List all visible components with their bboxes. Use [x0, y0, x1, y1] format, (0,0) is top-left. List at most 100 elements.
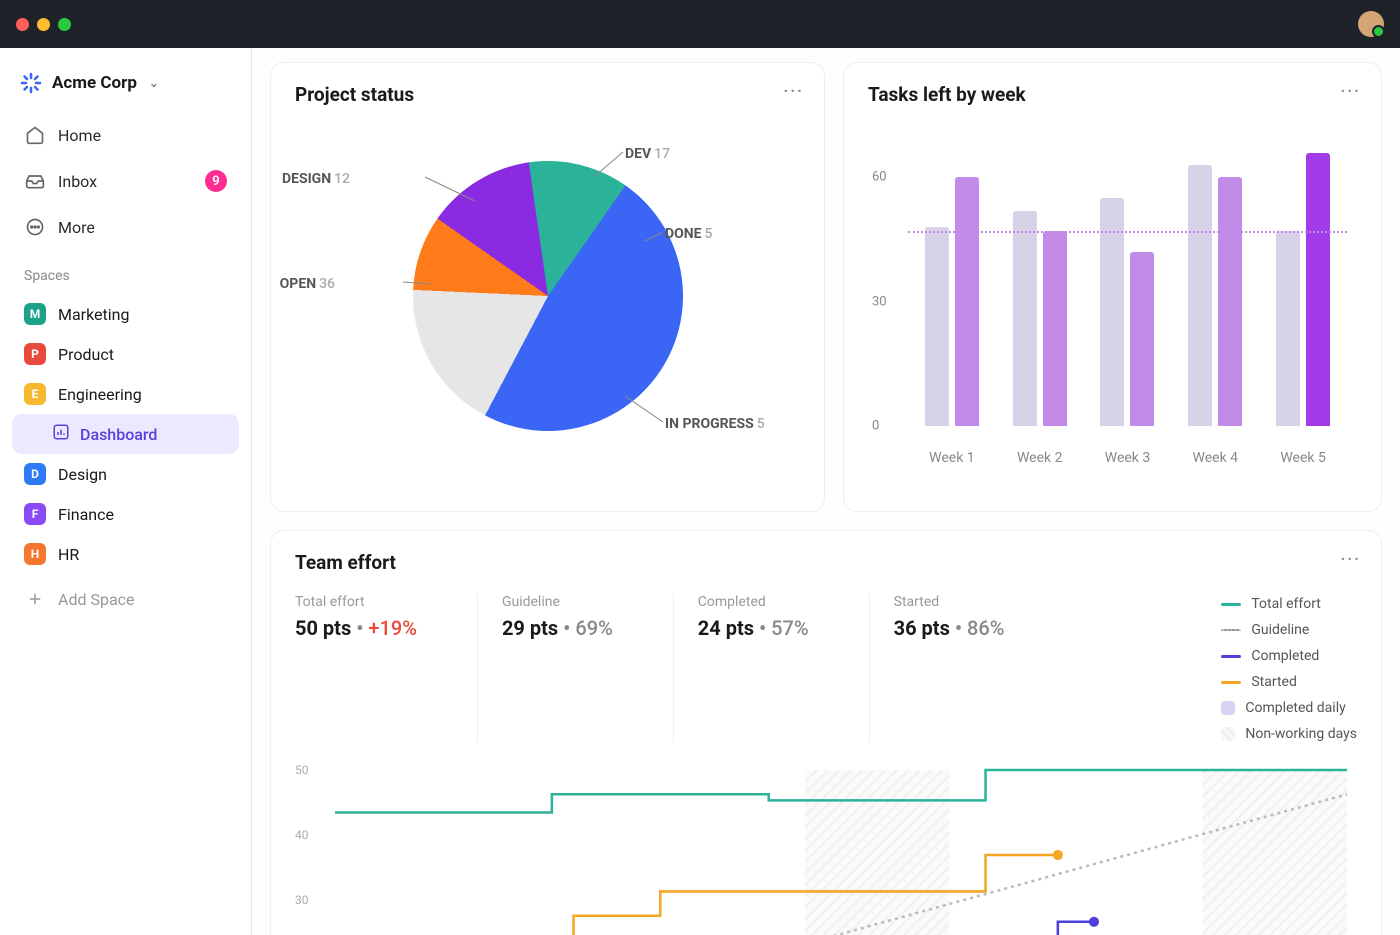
inbox-icon	[24, 170, 46, 192]
y-tick: 0	[872, 419, 879, 434]
sidebar-dashboard[interactable]: Dashboard	[12, 414, 239, 454]
inbox-badge: 9	[205, 170, 227, 192]
bar[interactable]	[955, 177, 979, 426]
stat-guideline: Guideline 29 pts • 69%	[477, 594, 673, 742]
x-label: Week 2	[1017, 450, 1063, 466]
x-label: Week 3	[1105, 450, 1151, 466]
card-team-effort: Team effort ··· Total effort 50 pts • +1…	[270, 530, 1382, 935]
space-label: HR	[58, 545, 79, 564]
plus-icon	[24, 588, 46, 610]
workspace-name: Acme Corp	[52, 73, 137, 93]
legend-nonworking[interactable]: Non-working days	[1221, 726, 1357, 742]
line-chart: 20304050	[295, 770, 1357, 935]
space-badge-icon: M	[24, 303, 46, 325]
x-label: Week 4	[1193, 450, 1239, 466]
bar-chart: 0 30 60 Week 1 Week 2 Week 3 Week 4 Week 5	[868, 136, 1357, 466]
card-title: Team effort	[295, 551, 1357, 574]
more-icon	[24, 216, 46, 238]
x-label: Week 5	[1280, 450, 1326, 466]
bar[interactable]	[1306, 153, 1330, 426]
space-label: Finance	[58, 505, 114, 524]
y-tick: 60	[872, 170, 887, 185]
pie-label-done: DONE5	[665, 226, 712, 242]
nav-inbox[interactable]: Inbox 9	[12, 160, 239, 202]
bar[interactable]	[925, 227, 949, 426]
card-menu-button[interactable]: ···	[1341, 81, 1361, 100]
bar[interactable]	[1276, 231, 1300, 426]
card-title: Project status	[295, 83, 800, 106]
bar[interactable]	[1130, 252, 1154, 426]
add-space-button[interactable]: Add Space	[12, 578, 239, 620]
window-controls	[16, 18, 71, 31]
bar[interactable]	[1188, 165, 1212, 426]
stat-completed: Completed 24 pts • 57%	[673, 594, 869, 742]
sidebar-space-finance[interactable]: F Finance	[12, 494, 239, 534]
y-tick: 30	[872, 294, 887, 309]
minimize-window-icon[interactable]	[37, 18, 50, 31]
card-project-status: Project status ··· DEV17 DONE5 IN PROGRESS…	[270, 62, 825, 512]
pie-label-open: OPEN36	[280, 276, 335, 292]
bar-group	[1188, 136, 1242, 426]
legend-completed[interactable]: Completed	[1221, 648, 1357, 664]
space-label: Engineering	[58, 385, 142, 404]
space-label: Product	[58, 345, 114, 364]
home-icon	[24, 124, 46, 146]
effort-legend: Total effort Guideline Completed Started…	[1221, 594, 1357, 742]
sidebar: Acme Corp ⌄ Home Inbox 9 More	[0, 48, 252, 935]
card-tasks-by-week: Tasks left by week ··· 0 30 60 Week 1 Week …	[843, 62, 1382, 512]
nav-more[interactable]: More	[12, 206, 239, 248]
sidebar-space-hr[interactable]: H HR	[12, 534, 239, 574]
pie-label-dev: DEV17	[625, 146, 670, 162]
legend-started[interactable]: Started	[1221, 674, 1357, 690]
dashboard-label: Dashboard	[80, 425, 157, 444]
maximize-window-icon[interactable]	[58, 18, 71, 31]
stat-started: Started 36 pts • 86%	[869, 594, 1065, 742]
sidebar-space-design[interactable]: D Design	[12, 454, 239, 494]
legend-completed-daily[interactable]: Completed daily	[1221, 700, 1357, 716]
add-space-label: Add Space	[58, 590, 135, 609]
space-badge-icon: D	[24, 463, 46, 485]
pie-label-in-progress: IN PROGRESS5	[665, 416, 765, 432]
bar[interactable]	[1013, 211, 1037, 426]
card-title: Tasks left by week	[868, 83, 1357, 106]
reference-line	[908, 231, 1347, 233]
sidebar-space-product[interactable]: P Product	[12, 334, 239, 374]
bar[interactable]	[1043, 231, 1067, 426]
space-label: Design	[58, 465, 107, 484]
bar-group	[1013, 136, 1067, 426]
card-menu-button[interactable]: ···	[1341, 549, 1361, 568]
space-badge-icon: E	[24, 383, 46, 405]
bar-group	[1276, 136, 1330, 426]
bar-group	[925, 136, 979, 426]
nav-inbox-label: Inbox	[58, 172, 97, 191]
bar-group	[1100, 136, 1154, 426]
y-tick: 40	[295, 828, 309, 842]
user-avatar[interactable]	[1358, 11, 1384, 37]
main-content: Project status ··· DEV17 DONE5 IN PROGRESS…	[252, 48, 1400, 935]
legend-guideline[interactable]: Guideline	[1221, 622, 1357, 638]
bar[interactable]	[1218, 177, 1242, 426]
y-tick: 50	[295, 763, 309, 777]
nav-home-label: Home	[58, 126, 101, 145]
pie-chart: DEV17DONE5IN PROGRESS5OPEN36DESIGN12	[295, 116, 800, 476]
pie-label-design: DESIGN12	[282, 171, 350, 187]
space-badge-icon: H	[24, 543, 46, 565]
card-menu-button[interactable]: ···	[784, 81, 804, 100]
space-badge-icon: P	[24, 343, 46, 365]
space-label: Marketing	[58, 305, 129, 324]
stat-total-effort: Total effort 50 pts • +19%	[295, 594, 477, 742]
y-tick: 30	[295, 893, 309, 907]
nav-more-label: More	[58, 218, 95, 237]
legend-total[interactable]: Total effort	[1221, 596, 1357, 612]
sidebar-space-marketing[interactable]: M Marketing	[12, 294, 239, 334]
space-badge-icon: F	[24, 503, 46, 525]
effort-stats-row: Total effort 50 pts • +19% Guideline 29 …	[295, 594, 1357, 742]
workspace-logo-icon	[20, 72, 42, 94]
titlebar	[0, 0, 1400, 48]
x-label: Week 1	[929, 450, 975, 466]
workspace-switcher[interactable]: Acme Corp ⌄	[12, 66, 239, 100]
close-window-icon[interactable]	[16, 18, 29, 31]
nav-home[interactable]: Home	[12, 114, 239, 156]
dashboard-icon	[52, 423, 70, 445]
sidebar-space-engineering[interactable]: E Engineering	[12, 374, 239, 414]
